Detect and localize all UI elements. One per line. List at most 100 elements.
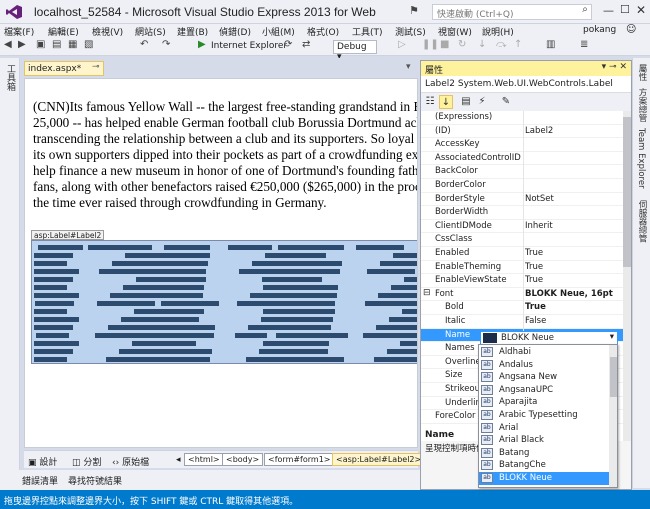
menu-edit[interactable]: 編輯(E) [48,25,79,38]
menu-team[interactable]: 小組(M) [262,25,295,38]
property-row[interactable]: BorderStyle NotSet [421,193,623,207]
restart-icon[interactable]: ↻ [458,39,466,50]
property-value[interactable]: BLOKK Neue, 16pt [525,289,613,299]
tab-error-list[interactable]: 錯誤清單 [22,474,58,487]
property-row[interactable]: (Expressions) [421,111,623,125]
pause-icon[interactable]: ❚❚ [422,39,439,50]
crumb-prev-icon[interactable]: ◂ [176,455,181,465]
menu-build[interactable]: 建置(B) [177,25,208,38]
font-list-item[interactable]: ab BatangChe [479,459,609,472]
object-selector[interactable]: Label2 System.Web.UI.WebControls.Label [421,76,631,93]
property-value[interactable]: Label2 [525,126,553,136]
font-list-item[interactable]: ab BLOKK Neue [479,472,609,485]
font-list-item[interactable]: ab AngsanaUPC [479,384,609,397]
quick-launch-input[interactable]: 快速啟動 (Ctrl+Q) [432,4,592,20]
undo-icon[interactable]: ↶ [140,39,148,50]
property-row[interactable]: AssociatedControlID [421,152,623,166]
property-row[interactable]: BorderColor [421,179,623,193]
property-row[interactable]: Bold True [421,301,623,315]
property-value[interactable]: Inherit [525,221,553,231]
navigate-back-icon[interactable]: ◀ [4,39,12,50]
split-view-button[interactable]: ◫ 分割 [72,455,101,468]
search-icon[interactable]: ⌕ [578,4,592,20]
save-icon[interactable]: ▦ [68,39,77,50]
close-icon[interactable]: ✕ [619,62,627,72]
tab-properties[interactable]: 屬性 [636,64,648,81]
pin-icon[interactable]: ⊸ [92,62,100,72]
property-row[interactable]: EnableViewState True [421,274,623,288]
menu-tools[interactable]: 工具(T) [352,25,383,38]
property-value[interactable]: True [525,302,546,312]
property-pages-icon[interactable]: ✎ [499,95,513,109]
property-row[interactable]: EnableTheming True [421,261,623,275]
menu-format[interactable]: 格式(O) [307,25,339,38]
property-row[interactable]: ClientIDMode Inherit [421,220,623,234]
property-row[interactable]: (ID) Label2 [421,125,623,139]
font-list-item[interactable]: ab Aparajita [479,396,609,409]
breadcrumb-body[interactable]: <body> [222,453,264,466]
events-icon[interactable]: ⚡ [475,95,489,109]
categorized-icon[interactable]: ☷ [423,95,437,109]
property-row[interactable]: CssClass [421,233,623,247]
label-control[interactable] [31,240,417,364]
menu-help[interactable]: 說明(H) [482,25,514,38]
breadcrumb-form[interactable]: <form#form1> [264,453,335,466]
collapse-icon[interactable]: ⊟ [423,288,431,298]
property-row[interactable]: Italic False [421,315,623,329]
toolbox-tab[interactable]: 工具箱 [4,64,17,91]
close-icon[interactable]: ✕ [636,3,646,17]
run-browser-label[interactable]: Internet Explorer [211,41,287,51]
redo-icon[interactable]: ↷ [162,39,170,50]
menu-view[interactable]: 檢視(V) [92,25,123,38]
property-grid-scroll-thumb[interactable] [623,117,631,267]
source-view-button[interactable]: ‹› 原始檔 [112,455,149,468]
property-value[interactable]: NotSet [525,194,554,204]
user-avatar-icon[interactable]: ☺ [626,24,636,35]
chevron-down-icon[interactable]: ▾ [610,332,614,342]
step-icon[interactable]: ▷ [398,39,406,50]
format-icon[interactable]: ▥ [546,39,555,50]
property-row[interactable]: BackColor [421,165,623,179]
font-list-item[interactable]: ab Aldhabi [479,346,609,359]
breadcrumb-html[interactable]: <html> [184,453,224,466]
step-into-icon[interactable]: ↓ [478,39,486,50]
alphabetical-icon[interactable]: ↓ [439,95,453,109]
font-dropdown-list[interactable]: ab BLOKK Neue ab BatangChe ab Batang ab Arial B… [478,344,618,488]
font-list-item[interactable]: ab Angsana New [479,371,609,384]
property-value[interactable]: True [525,275,543,285]
refresh-icon[interactable]: ⟳ [284,39,292,50]
design-surface[interactable]: (CNN)Its famous Yellow Wall -- the large… [24,78,418,448]
stop-icon[interactable]: ■ [440,39,449,50]
property-row[interactable]: Enabled True [421,247,623,261]
font-name-input[interactable]: BLOKK Neue ▾ [480,331,618,345]
font-list-item[interactable]: ab Arial Black [479,434,609,447]
menu-test[interactable]: 測試(S) [395,25,426,38]
align-icon[interactable]: ≣ [580,39,588,50]
navigate-forward-icon[interactable]: ▶ [18,39,26,50]
maximize-icon[interactable]: ☐ [620,3,630,16]
pin-icon[interactable]: ⊸ [609,62,617,72]
chevron-down-icon[interactable]: ▾ [602,62,607,72]
font-list-item[interactable]: ab Arial [479,422,609,435]
font-list-item[interactable]: ab Andalus [479,359,609,372]
tab-solution-explorer[interactable]: 方案總管 [636,88,648,122]
step-out-icon[interactable]: ↑ [514,39,522,50]
solution-config-select[interactable]: Debug ▾ [333,40,377,62]
tab-find-symbol-results[interactable]: 尋找符號結果 [68,474,122,487]
property-value[interactable]: False [525,316,546,326]
menu-file[interactable]: 檔案(F) [4,25,34,38]
property-value[interactable]: True [525,248,543,258]
start-debug-icon[interactable]: ▶ [198,39,206,50]
open-file-icon[interactable]: ▤ [52,39,61,50]
feedback-flag-icon[interactable]: ⚑ [409,4,419,17]
property-value[interactable]: True [525,262,543,272]
breadcrumb-label[interactable]: <asp:Label#Label2> [332,453,426,466]
new-project-icon[interactable]: ▣ [36,39,45,50]
tab-server-explorer[interactable]: 伺服器總管 [636,200,648,243]
save-all-icon[interactable]: ▧ [84,39,93,50]
properties-icon[interactable]: ▤ [459,95,473,109]
user-name[interactable]: pokang [583,25,616,35]
font-list-item[interactable]: ab Arabic Typesetting [479,409,609,422]
step-over-icon[interactable]: ⤼ [496,39,507,50]
tab-team-explorer[interactable]: Team Explorer [636,128,646,189]
